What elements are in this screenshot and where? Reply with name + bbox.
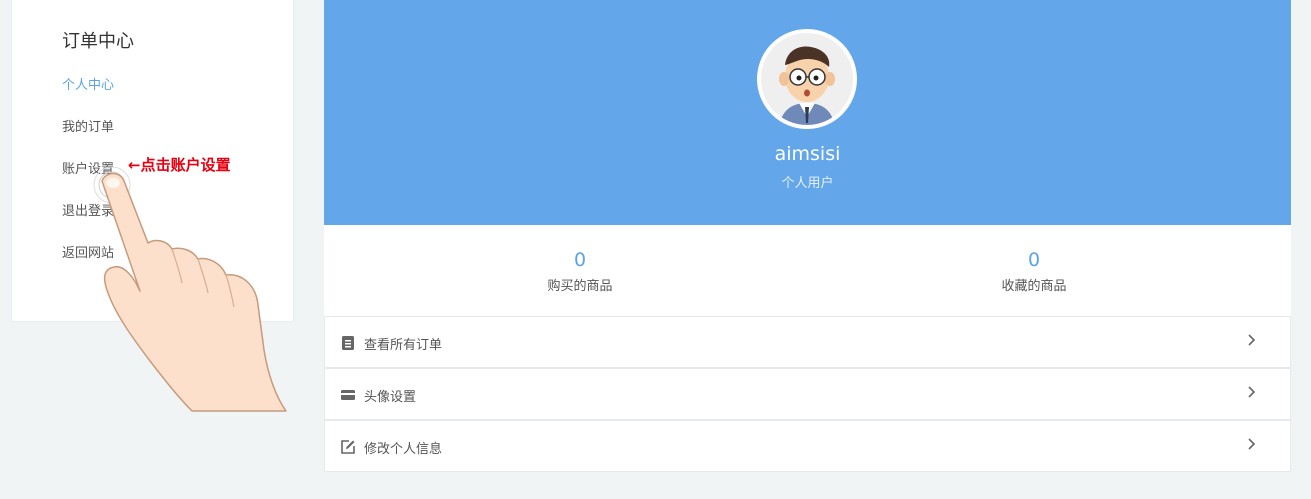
sidebar-item-return-site[interactable]: 返回网站 (62, 242, 114, 261)
menu-label-view-orders: 查看所有订单 (364, 338, 443, 353)
stat-purchased-value: 0 (573, 249, 587, 271)
chevron-right-icon (1248, 438, 1256, 450)
user-type: 个人用户 (781, 176, 834, 191)
sidebar-item-personal-center[interactable]: 个人中心 (62, 74, 114, 93)
annotation-click-account-settings: ←点击账户设置 (128, 156, 231, 174)
stat-purchased[interactable]: 0 购买的商品 (480, 249, 680, 294)
card-icon (341, 390, 355, 400)
menu-item-avatar-settings[interactable]: 头像设置 (324, 368, 1291, 420)
profile-header: aimsisi 个人用户 (324, 0, 1291, 225)
menu-label-avatar-settings: 头像设置 (364, 390, 417, 405)
sidebar-item-account-settings[interactable]: 账户设置 (62, 158, 114, 177)
chevron-right-icon (1248, 334, 1256, 346)
cartoon-avatar-icon (761, 33, 853, 125)
menu-item-view-orders[interactable]: 查看所有订单 (324, 316, 1291, 368)
stats-panel: 0 购买的商品 0 收藏的商品 (324, 225, 1291, 316)
edit-icon (341, 440, 355, 454)
sidebar-item-logout[interactable]: 退出登录 (62, 200, 114, 219)
document-icon (342, 336, 354, 350)
menu-item-edit-profile[interactable]: 修改个人信息 (324, 420, 1291, 472)
avatar[interactable] (757, 29, 857, 129)
page: 订单中心 个人中心 我的订单 账户设置 退出登录 返回网站 ←点击账户设置 ai… (0, 0, 1311, 499)
sidebar-title: 订单中心 (62, 31, 134, 52)
username: aimsisi (774, 143, 841, 165)
sidebar-item-my-orders[interactable]: 我的订单 (62, 116, 114, 135)
stat-purchased-label: 购买的商品 (547, 279, 613, 294)
chevron-right-icon (1248, 386, 1256, 398)
menu-label-edit-profile: 修改个人信息 (364, 442, 443, 457)
stat-favorites[interactable]: 0 收藏的商品 (934, 249, 1134, 294)
stat-favorites-label: 收藏的商品 (1001, 279, 1067, 294)
stat-favorites-value: 0 (1027, 249, 1041, 271)
